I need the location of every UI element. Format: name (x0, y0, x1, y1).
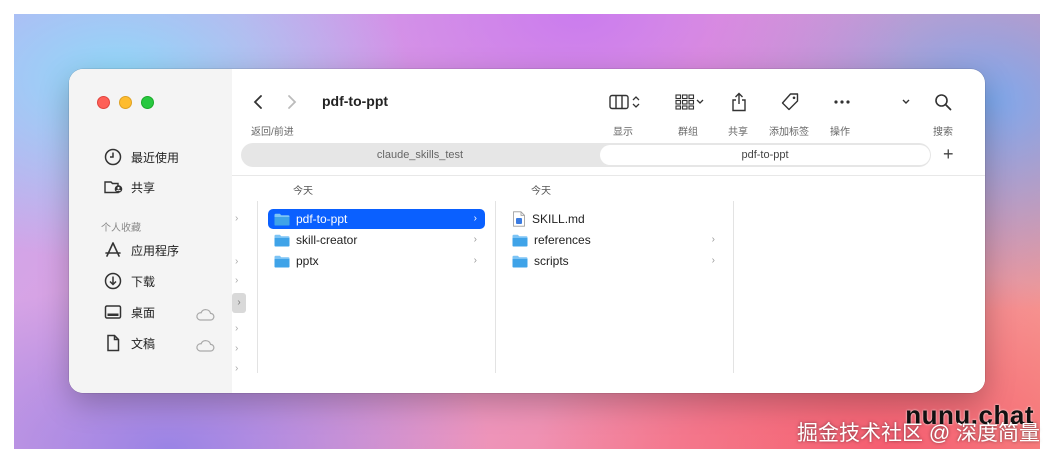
share-icon (732, 92, 746, 112)
chevron-right-icon: › (473, 234, 477, 245)
forward-button[interactable] (281, 91, 303, 113)
sidebar-item-label: 下载 (131, 274, 156, 289)
desktop-icon (104, 305, 122, 319)
sidebar-item-label: 共享 (131, 180, 156, 195)
tab-claude-skills-test[interactable]: claude_skills_test (255, 143, 585, 167)
share-label: 共享 (728, 127, 748, 138)
chevron-right-icon: › (235, 256, 239, 267)
folder-icon (512, 255, 528, 267)
icloud-icon (196, 340, 215, 352)
tag-icon (781, 93, 799, 111)
document-icon (107, 334, 120, 352)
shared-folder-icon (104, 181, 123, 194)
divider (232, 175, 985, 176)
column-divider[interactable] (733, 201, 734, 373)
watermark-text: 掘金技术社区 @ 深度简量 (797, 422, 1040, 445)
action-button[interactable] (829, 89, 855, 115)
chevron-down-icon (902, 99, 910, 104)
applications-icon (105, 242, 121, 257)
sidebar-item-desktop[interactable]: 桌面 (103, 301, 223, 323)
sidebar-item-recents[interactable]: 最近使用 (103, 146, 223, 168)
chevron-right-icon: › (473, 255, 477, 266)
sidebar: 最近使用 共享 个人收藏 应用程序 下载 桌面 文稿 (69, 69, 232, 393)
search-label: 搜索 (933, 127, 953, 138)
zoom-button[interactable] (141, 96, 154, 109)
grid-icon (675, 94, 695, 110)
action-label: 操作 (830, 127, 850, 138)
share-button[interactable] (727, 89, 751, 115)
ellipsis-icon (834, 100, 850, 104)
new-tab-button[interactable]: + (943, 144, 954, 164)
column-browser (232, 175, 985, 393)
folder-icon (274, 255, 290, 267)
list-item-folder[interactable]: pptx › (268, 251, 485, 271)
sidebar-item-label: 桌面 (131, 305, 156, 320)
display-label: 显示 (613, 127, 633, 138)
sidebar-item-label: 文稿 (131, 336, 156, 351)
sidebar-section-favorites: 个人收藏 (101, 223, 141, 234)
chevron-right-icon (288, 95, 297, 109)
chevron-right-icon: › (235, 213, 239, 224)
column-header-date: 今天 (293, 186, 313, 197)
column-header-date: 今天 (531, 186, 551, 197)
list-item-name: SKILL.md (532, 212, 585, 226)
back-button[interactable] (247, 91, 269, 113)
add-tag-label: 添加标签 (769, 127, 809, 138)
column-scroll-handle[interactable]: › (232, 293, 246, 313)
list-item-folder[interactable]: references › (506, 230, 723, 250)
download-icon (104, 272, 122, 290)
chevron-right-icon: › (235, 343, 239, 354)
search-icon (935, 94, 952, 111)
chevron-up-down-icon (632, 96, 640, 108)
chevron-right-icon: › (711, 234, 715, 245)
chevron-right-icon: › (473, 213, 477, 224)
markdown-file-icon (513, 211, 525, 227)
list-item-name: pdf-to-ppt (296, 212, 348, 226)
chevron-right-icon: › (711, 255, 715, 266)
window-title: pdf-to-ppt (322, 93, 389, 109)
back-forward-label: 返回/前进 (251, 127, 294, 138)
search-button[interactable] (931, 89, 955, 115)
list-item-folder[interactable]: skill-creator › (268, 230, 485, 250)
sidebar-item-downloads[interactable]: 下载 (103, 270, 223, 292)
list-item-folder[interactable]: scripts › (506, 251, 723, 271)
add-tag-button[interactable] (777, 89, 803, 115)
tab-bar: claude_skills_test pdf-to-ppt (241, 143, 931, 167)
finder-window: 最近使用 共享 个人收藏 应用程序 下载 桌面 文稿 返回/前进 pdf-to-… (69, 69, 985, 393)
folder-icon (274, 213, 290, 225)
list-item-name: scripts (534, 254, 569, 268)
list-item-name: skill-creator (296, 233, 358, 247)
list-item-name: pptx (296, 254, 319, 268)
sidebar-item-applications[interactable]: 应用程序 (103, 239, 223, 261)
group-button[interactable] (671, 89, 709, 115)
more-dropdown-button[interactable] (895, 89, 917, 115)
sidebar-item-documents[interactable]: 文稿 (103, 332, 223, 354)
group-label: 群组 (678, 127, 698, 138)
close-button[interactable] (97, 96, 110, 109)
column-divider[interactable] (257, 201, 258, 373)
folder-icon (274, 234, 290, 246)
clock-icon (104, 148, 122, 166)
chevron-right-icon: › (235, 323, 239, 334)
list-item-name: references (534, 233, 591, 247)
chevron-right-icon: › (235, 275, 239, 286)
sidebar-item-shared[interactable]: 共享 (103, 176, 223, 198)
list-item-file[interactable]: SKILL.md (506, 209, 723, 229)
chevron-right-icon: › (235, 363, 239, 374)
chevron-left-icon (253, 95, 262, 109)
columns-view-icon (609, 94, 629, 110)
sidebar-item-label: 应用程序 (131, 243, 180, 258)
icloud-icon (196, 309, 215, 321)
list-item-folder[interactable]: pdf-to-ppt › (268, 209, 485, 229)
sidebar-item-label: 最近使用 (131, 150, 180, 165)
view-mode-button[interactable] (604, 89, 646, 115)
chevron-down-icon (696, 99, 704, 104)
column-divider[interactable] (495, 201, 496, 373)
folder-icon (512, 234, 528, 246)
minimize-button[interactable] (119, 96, 132, 109)
tab-pdf-to-ppt[interactable]: pdf-to-ppt (600, 145, 930, 165)
